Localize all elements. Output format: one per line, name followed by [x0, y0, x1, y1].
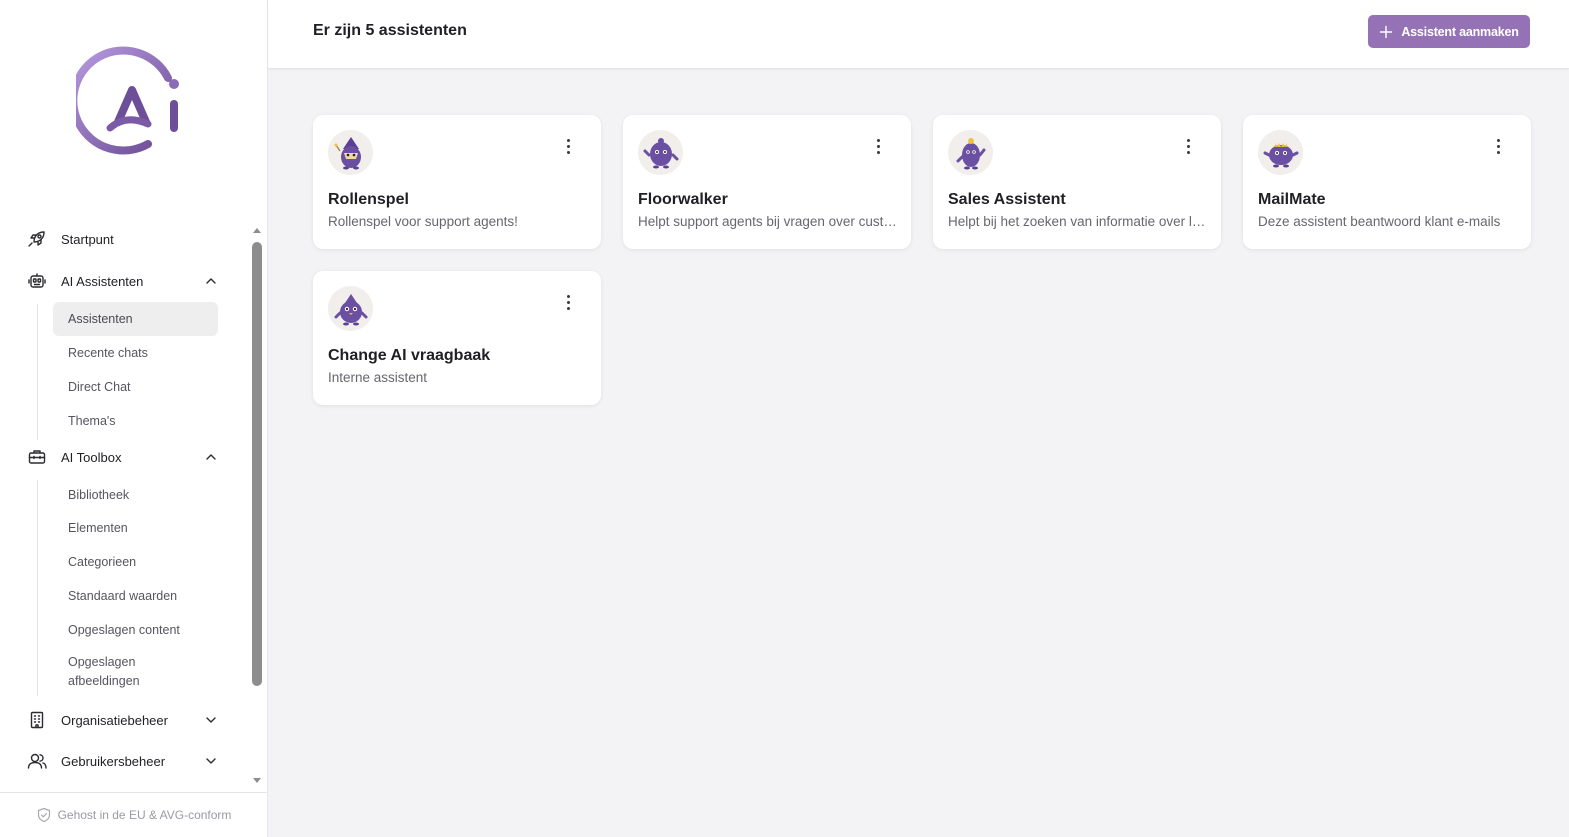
chevron-down-icon[interactable]: [204, 713, 218, 727]
assistant-name: Change AI vraagbaak: [328, 347, 491, 364]
more-options-icon[interactable]: [1179, 137, 1197, 155]
shield-check-icon: [37, 807, 50, 823]
sidebar-item-gebruikersbeheer[interactable]: Gebruikersbeheer: [0, 744, 248, 778]
sidebar-item-ai-toolbox[interactable]: AI Toolbox: [0, 440, 248, 474]
mascot-icon: [328, 286, 373, 331]
chevron-down-icon[interactable]: [204, 754, 218, 768]
sidebar-item-organisatiebeheer[interactable]: Organisatiebeheer: [0, 703, 248, 737]
change-ai-logo-icon: [69, 46, 179, 155]
more-options-icon[interactable]: [559, 137, 577, 155]
sidebar-subitem-bibliotheek[interactable]: Bibliotheek: [53, 478, 218, 512]
footer-text: Gehost in de EU & AVG-conform: [57, 808, 232, 822]
plus-icon: [1380, 25, 1393, 38]
sidebar-subitem-direct-chat[interactable]: Direct Chat: [53, 370, 218, 404]
sidebar-item-ai-assistenten[interactable]: AI Assistenten: [0, 264, 248, 298]
mascot-icon: [948, 130, 993, 175]
chevron-up-icon[interactable]: [204, 274, 218, 288]
scrollbar-thumb[interactable]: [252, 242, 262, 686]
sidebar-nav: Startpunt AI Assistenten Assistenten Rec…: [0, 222, 248, 790]
assistant-card[interactable]: Rollenspel Rollenspel voor support agent…: [313, 115, 601, 249]
sidebar-item-label: AI Toolbox: [61, 449, 122, 465]
sidebar-item-label: Startpunt: [61, 231, 114, 247]
sidebar-subitem-standaard-waarden[interactable]: Standaard waarden: [53, 579, 218, 613]
assistant-card[interactable]: MailMate Deze assistent beantwoord klant…: [1243, 115, 1531, 249]
assistant-description: Helpt support agents bij vragen over cus…: [638, 214, 900, 229]
sidebar-item-label: Organisatiebeheer: [61, 712, 168, 728]
users-icon: [26, 750, 48, 772]
scroll-up-arrow-icon[interactable]: [252, 226, 262, 236]
assistant-description: Helpt bij het zoeken van informatie over…: [948, 214, 1210, 229]
sidebar-item-startpunt[interactable]: Startpunt: [0, 222, 248, 256]
sidebar-footer: Gehost in de EU & AVG-conform: [0, 792, 267, 837]
building-icon: [26, 709, 48, 731]
assistant-description: Rollenspel voor support agents!: [328, 214, 518, 229]
sidebar-subitem-elementen[interactable]: Elementen: [53, 511, 218, 545]
assistant-card[interactable]: Sales Assistent Helpt bij het zoeken van…: [933, 115, 1221, 249]
sidebar-scrollbar[interactable]: [250, 222, 264, 790]
assistant-card[interactable]: Floorwalker Helpt support agents bij vra…: [623, 115, 911, 249]
sidebar-item-label: Gebruikersbeheer: [61, 753, 166, 769]
sidebar-item-label: AI Assistenten: [61, 273, 144, 289]
more-options-icon[interactable]: [559, 293, 577, 311]
rocket-icon: [26, 228, 48, 250]
sidebar-subitem-opgeslagen-content[interactable]: Opgeslagen content: [53, 613, 218, 647]
toolbox-icon: [26, 446, 48, 468]
assistant-name: Floorwalker: [638, 191, 728, 208]
sidebar-subitem-assistenten[interactable]: Assistenten: [53, 302, 218, 336]
sidebar-subitem-recente-chats[interactable]: Recente chats: [53, 336, 218, 370]
assistant-description: Deze assistent beantwoord klant e-mails: [1258, 214, 1501, 229]
sidebar: Startpunt AI Assistenten Assistenten Rec…: [0, 0, 268, 837]
assistant-card[interactable]: Change AI vraagbaak Interne assistent: [313, 271, 601, 405]
sidebar-subitem-themas[interactable]: Thema's: [53, 404, 218, 438]
create-assistant-label: Assistent aanmaken: [1401, 24, 1519, 39]
more-options-icon[interactable]: [1489, 137, 1507, 155]
page-header: Er zijn 5 assistenten Assistent aanmaken: [268, 0, 1569, 69]
scroll-down-arrow-icon[interactable]: [252, 775, 262, 785]
mascot-icon: [1258, 130, 1303, 175]
assistant-description: Interne assistent: [328, 370, 428, 385]
assistant-name: Rollenspel: [328, 191, 409, 208]
submenu-guide-line: [37, 304, 38, 440]
chevron-up-icon[interactable]: [204, 450, 218, 464]
mascot-icon: [638, 130, 683, 175]
page-title: Er zijn 5 assistenten: [313, 22, 467, 39]
assistant-name: Sales Assistent: [948, 191, 1066, 208]
wizard-mascot-icon: [328, 130, 373, 175]
robot-icon: [26, 270, 48, 292]
submenu-guide-line: [37, 480, 38, 696]
create-assistant-button[interactable]: Assistent aanmaken: [1368, 15, 1530, 48]
sidebar-subitem-categorieen[interactable]: Categorieen: [53, 545, 218, 579]
more-options-icon[interactable]: [869, 137, 887, 155]
sidebar-subitem-opgeslagen-afbeeldingen[interactable]: Opgeslagen afbeeldingen: [53, 652, 163, 692]
assistant-name: MailMate: [1258, 191, 1326, 208]
app-logo[interactable]: [69, 44, 188, 156]
